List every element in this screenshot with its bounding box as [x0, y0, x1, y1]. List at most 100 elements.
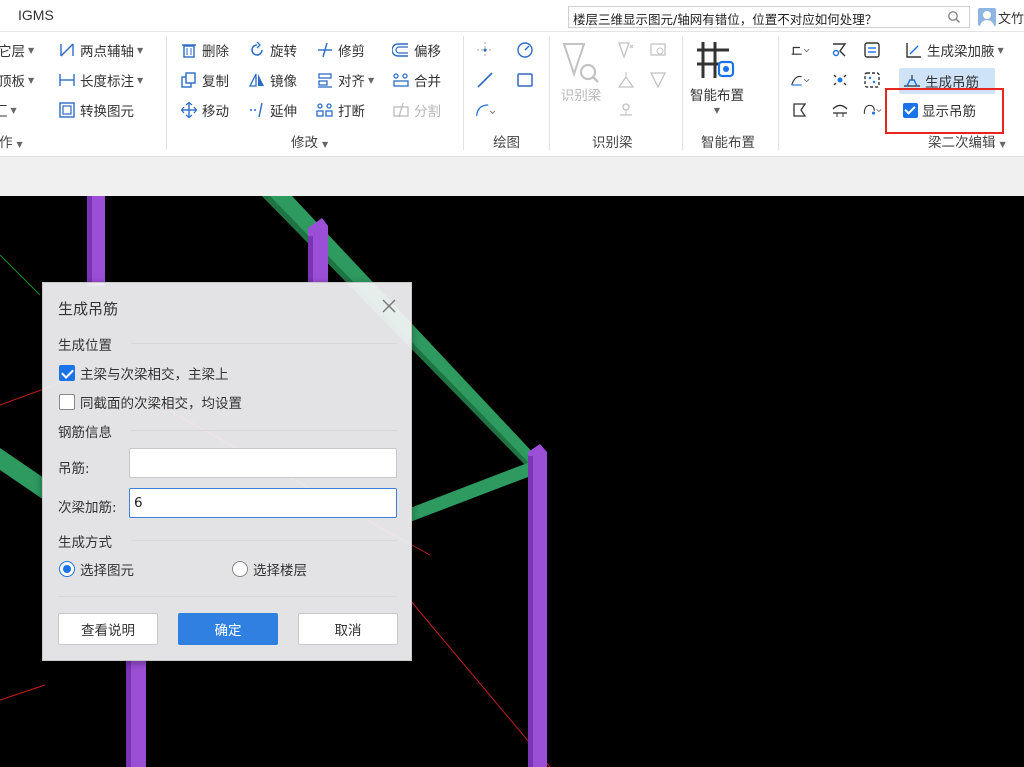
generate-haunch-button[interactable]: 生成梁加腋 ▼ — [905, 39, 1004, 61]
trash-icon — [180, 41, 198, 59]
app-title: IGMS — [18, 7, 54, 23]
identify-beam-sub3-icon[interactable] — [616, 70, 636, 90]
trim-button[interactable]: 修剪 — [316, 39, 365, 61]
extend-button[interactable]: 延伸 — [248, 99, 297, 121]
mirror-button[interactable]: 镜像 — [248, 69, 297, 91]
method-select-floor-radio[interactable]: 选择楼层 — [232, 559, 307, 579]
rotate-icon — [248, 41, 266, 59]
cancel-button[interactable]: 取消 — [298, 613, 398, 645]
rectangle-draw-icon[interactable] — [515, 70, 535, 90]
point-draw-icon[interactable] — [475, 40, 495, 60]
length-dimension-icon — [58, 71, 76, 89]
beam-pick-icon[interactable] — [790, 100, 810, 120]
section-method-label: 生成方式 — [58, 535, 112, 551]
hanger-input[interactable] — [129, 448, 397, 478]
group-label-draw: 绘图 — [493, 135, 520, 151]
merge-icon — [392, 71, 410, 89]
extend-icon — [248, 101, 266, 119]
axis-line — [0, 684, 46, 701]
footer-divider — [58, 596, 397, 597]
method-select-element-radio[interactable]: 选择图元 — [59, 559, 134, 579]
radio-unselected-icon[interactable] — [232, 561, 248, 577]
radio-selected-icon[interactable] — [59, 561, 75, 577]
beam-span-icon[interactable] — [830, 40, 850, 60]
section-divider — [131, 540, 397, 541]
floor-other-label: 它层 — [0, 44, 25, 60]
break-button[interactable]: 打断 — [316, 99, 365, 121]
group-label-floor[interactable]: 作 ▼ — [0, 131, 23, 151]
floor-other-button[interactable]: 它层 ▼ — [0, 39, 34, 61]
ribbon: 它层 ▼ 顶板 ▼ 汇 ▼ 作 ▼ 两点辅轴 ▼ 长度标注 ▼ 转换图元 删除 旋转 — [0, 32, 1024, 156]
help-button[interactable]: 查看说明 — [58, 613, 158, 645]
option-main-secondary[interactable]: 主梁与次梁相交，主梁上 — [59, 363, 229, 383]
beam-grid-icon[interactable] — [862, 70, 882, 90]
floor-extra-button[interactable]: 汇 ▼ — [0, 99, 17, 121]
split-icon — [392, 101, 410, 119]
drawing-toolbar-strip — [0, 156, 1024, 196]
option-main-secondary-checkbox[interactable] — [59, 365, 75, 381]
identify-beam-sub2-icon[interactable] — [648, 40, 668, 60]
section-divider — [131, 430, 397, 431]
beam-left — [0, 448, 44, 500]
haunch-icon — [905, 41, 923, 59]
group-label-smart: 智能布置 — [701, 135, 755, 151]
rotate-button[interactable]: 旋转 — [248, 39, 297, 61]
offset-icon — [392, 41, 410, 59]
section-position-label: 生成位置 — [58, 338, 112, 354]
identify-beam-sub5-icon[interactable] — [616, 100, 636, 120]
offset-button[interactable]: 偏移 — [392, 39, 441, 61]
identify-beam-sub1-icon[interactable] — [616, 40, 636, 60]
rotate-point-icon[interactable] — [515, 40, 535, 60]
help-search-box[interactable]: 楼层三维显示图元/轴网有错位，位置不对应如何处理？ — [568, 6, 970, 28]
secondary-rebar-field-label: 次梁加筋: — [58, 500, 117, 516]
floor-roof-button[interactable]: 顶板 ▼ — [0, 69, 34, 91]
beam-span-edit-icon[interactable] — [830, 100, 850, 120]
column-shade — [87, 196, 92, 286]
generate-hanger-dialog: 生成吊筋 生成位置 主梁与次梁相交，主梁上 同截面的次梁相交，均设置 钢筋信息 … — [42, 282, 412, 661]
secondary-rebar-input[interactable] — [129, 488, 397, 518]
hanger-display-icon[interactable] — [862, 100, 882, 120]
highlight-annotation-frame — [885, 88, 1004, 134]
hanger-field-label: 吊筋: — [58, 461, 90, 477]
arc-draw-icon[interactable] — [475, 100, 495, 120]
line-draw-icon[interactable] — [475, 70, 495, 90]
group-separator — [682, 36, 683, 150]
ok-button[interactable]: 确定 — [178, 613, 278, 645]
dialog-title: 生成吊筋 — [58, 300, 119, 318]
convert-element-button[interactable]: 转换图元 — [58, 99, 134, 121]
split-button[interactable]: 分割 — [392, 99, 441, 121]
smart-layout-button[interactable]: 智能布置 ▼ — [690, 38, 744, 115]
section-rebar-label: 钢筋信息 — [58, 425, 112, 441]
group-label-beam-edit[interactable]: 梁二次编辑 ▼ — [928, 131, 1006, 151]
align-button[interactable]: 对齐 ▼ — [316, 69, 374, 91]
identify-beam-button[interactable]: 识别梁 — [560, 40, 602, 104]
merge-button[interactable]: 合并 — [392, 69, 441, 91]
move-button[interactable]: 移动 — [180, 99, 229, 121]
convert-element-icon — [58, 101, 76, 119]
move-icon — [180, 101, 198, 119]
beam-point-icon[interactable] — [830, 70, 850, 90]
group-label-identify: 识别梁 — [592, 135, 633, 151]
align-icon — [316, 71, 334, 89]
beam-haunch-side-icon[interactable] — [790, 40, 810, 60]
beam-curve-icon[interactable] — [790, 70, 810, 90]
delete-button[interactable]: 删除 — [180, 39, 229, 61]
option-same-section[interactable]: 同截面的次梁相交，均设置 — [59, 392, 242, 412]
search-icon[interactable] — [947, 10, 961, 24]
two-point-axis-button[interactable]: 两点辅轴 ▼ — [58, 39, 143, 61]
user-menu[interactable]: 文竹 — [978, 7, 1024, 27]
axis-line — [0, 254, 41, 296]
length-dim-button[interactable]: 长度标注 ▼ — [58, 69, 143, 91]
column-shade — [308, 236, 313, 282]
title-bar: IGMS 楼层三维显示图元/轴网有错位，位置不对应如何处理？ 文竹 — [0, 0, 1024, 32]
break-icon — [316, 101, 334, 119]
copy-button[interactable]: 复制 — [180, 69, 229, 91]
group-separator — [549, 36, 550, 150]
identify-beam-icon — [562, 43, 599, 83]
beam-table-icon[interactable] — [862, 40, 882, 60]
group-label-modify[interactable]: 修改 ▼ — [291, 131, 328, 151]
close-icon[interactable] — [381, 298, 397, 314]
identify-beam-sub4-icon[interactable] — [648, 70, 668, 90]
smart-layout-caret-icon: ▼ — [713, 106, 721, 115]
option-same-section-checkbox[interactable] — [59, 394, 75, 410]
